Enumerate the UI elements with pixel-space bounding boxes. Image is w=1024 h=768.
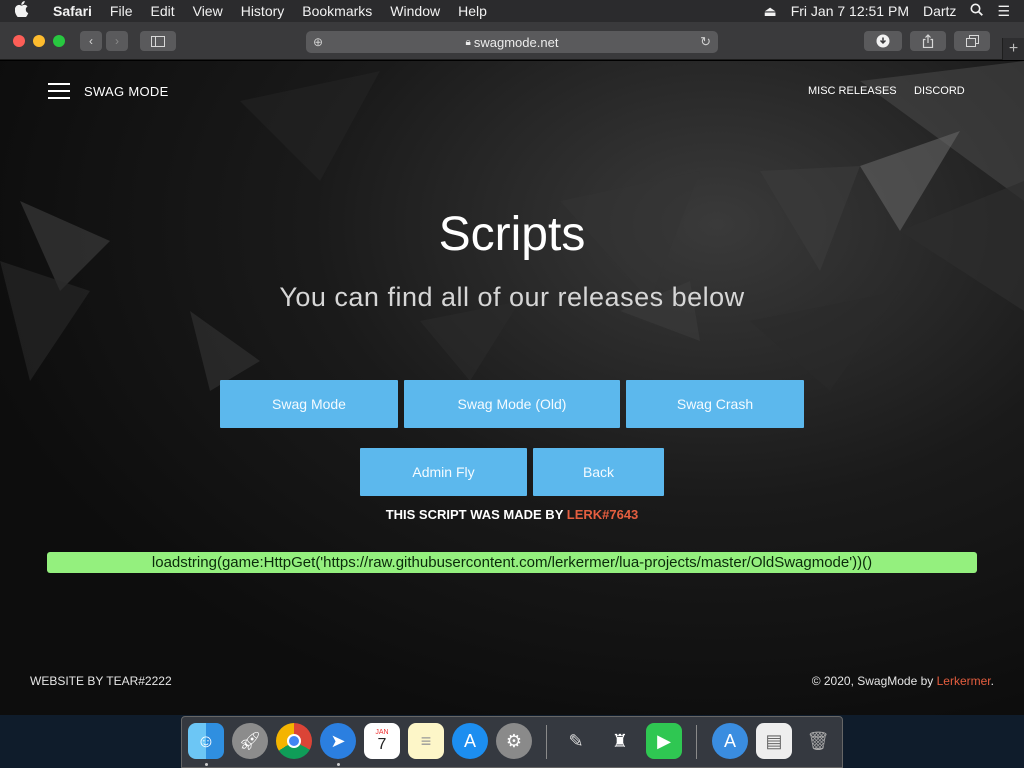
- downloads-button[interactable]: [864, 31, 902, 51]
- calendar-month: JAN: [375, 728, 389, 736]
- menu-bar: Safari File Edit View History Bookmarks …: [0, 0, 1024, 22]
- notes-icon[interactable]: ≡: [408, 723, 444, 759]
- menu-window[interactable]: Window: [381, 3, 449, 19]
- chevron-left-icon: ‹: [89, 34, 93, 48]
- notification-center-icon[interactable]: ☰: [997, 3, 1010, 20]
- swag-crash-button[interactable]: Swag Crash: [626, 380, 804, 428]
- running-indicator: [205, 763, 208, 766]
- zoom-window-button[interactable]: [53, 35, 65, 47]
- script-code-box[interactable]: loadstring(game:HttpGet('https://raw.git…: [47, 552, 977, 573]
- eject-icon[interactable]: ⏏: [763, 3, 776, 20]
- nav-link-discord[interactable]: DISCORD: [914, 85, 965, 97]
- back-button[interactable]: Back: [533, 448, 664, 496]
- minimize-window-button[interactable]: [33, 35, 45, 47]
- menu-help[interactable]: Help: [449, 3, 496, 19]
- digital-color-meter-icon[interactable]: ✎: [558, 723, 594, 759]
- trash-icon[interactable]: 🗑︎: [800, 723, 836, 759]
- document-icon[interactable]: ▤: [756, 723, 792, 759]
- page-title: Scripts: [438, 208, 586, 261]
- safari-icon[interactable]: ➤: [320, 723, 356, 759]
- app-store-icon[interactable]: A: [452, 723, 488, 759]
- menu-safari[interactable]: Safari: [44, 3, 101, 19]
- share-button[interactable]: [910, 31, 946, 51]
- lock-icon: 🔒︎: [465, 36, 471, 48]
- menubar-clock[interactable]: Fri Jan 7 12:51 PM: [791, 3, 909, 19]
- menubar-user[interactable]: Dartz: [923, 3, 956, 19]
- new-tab-button[interactable]: +: [1002, 38, 1024, 60]
- system-preferences-icon[interactable]: ⚙: [496, 723, 532, 759]
- close-window-button[interactable]: [13, 35, 25, 47]
- dock-separator: [546, 725, 547, 759]
- credit-author: LERK#7643: [566, 507, 639, 522]
- footer-author-link[interactable]: Lerkermer: [937, 674, 991, 688]
- menu-edit[interactable]: Edit: [141, 3, 183, 19]
- back-nav-button[interactable]: ‹: [80, 31, 102, 51]
- app-store-download-icon[interactable]: A: [712, 723, 748, 759]
- download-icon: [876, 34, 890, 48]
- script-credit: THIS SCRIPT WAS MADE BY LERK#7643: [0, 507, 1024, 522]
- apple-menu-icon[interactable]: [0, 1, 44, 21]
- admin-fly-button[interactable]: Admin Fly: [360, 448, 527, 496]
- dock-separator: [696, 725, 697, 759]
- sidebar-toggle-button[interactable]: [140, 31, 176, 51]
- add-bookmark-icon[interactable]: ⊕: [313, 35, 323, 49]
- menu-bookmarks[interactable]: Bookmarks: [293, 3, 381, 19]
- finder-icon[interactable]: ☺: [188, 723, 224, 759]
- calendar-day: 7: [377, 735, 387, 753]
- site-brand[interactable]: SWAG MODE: [84, 84, 169, 99]
- swag-mode-old-button[interactable]: Swag Mode (Old): [404, 380, 620, 428]
- footer-website-credit: WEBSITE BY TEAR#2222: [30, 674, 172, 688]
- facetime-icon[interactable]: ▶: [646, 723, 682, 759]
- credit-prefix: THIS SCRIPT WAS MADE BY: [385, 507, 567, 522]
- menu-history[interactable]: History: [232, 3, 294, 19]
- web-page: SWAG MODE MISC RELEASES DISCORD Scripts …: [0, 61, 1024, 715]
- menu-file[interactable]: File: [101, 3, 142, 19]
- nav-link-misc-releases[interactable]: MISC RELEASES: [808, 85, 897, 97]
- browser-toolbar: ‹ › ⊕ 🔒︎ swagmode.net ↻ +: [0, 22, 1024, 60]
- chevron-right-icon: ›: [115, 34, 119, 48]
- tab-overview-button[interactable]: [954, 31, 990, 51]
- plus-icon: +: [1008, 40, 1019, 57]
- swag-mode-button[interactable]: Swag Mode: [220, 380, 398, 428]
- tabs-icon: [965, 35, 979, 47]
- reload-icon[interactable]: ↻: [700, 34, 711, 50]
- calendar-icon[interactable]: JAN 7: [364, 723, 400, 759]
- script-code: loadstring(game:HttpGet('https://raw.git…: [151, 554, 873, 571]
- dock: ☺ 🚀︎ ➤ JAN 7 ≡ A ⚙ ✎ ♜ ▶ A ▤ 🗑︎: [181, 716, 843, 768]
- page-subtitle: You can find all of our releases below: [279, 282, 745, 312]
- spotlight-search-icon[interactable]: [970, 3, 984, 19]
- forward-nav-button[interactable]: ›: [106, 31, 128, 51]
- footer-period: .: [990, 674, 994, 688]
- chess-icon[interactable]: ♜: [602, 723, 638, 759]
- hamburger-menu-icon[interactable]: [48, 83, 70, 101]
- address-bar[interactable]: ⊕ 🔒︎ swagmode.net ↻: [306, 31, 718, 53]
- footer-copyright-text: © 2020, SwagMode by: [811, 674, 937, 688]
- menu-view[interactable]: View: [184, 3, 232, 19]
- footer-copyright: © 2020, SwagMode by Lerkermer.: [812, 674, 994, 688]
- sidebar-icon: [151, 35, 165, 47]
- launchpad-icon[interactable]: 🚀︎: [232, 723, 268, 759]
- chrome-icon[interactable]: [276, 723, 312, 759]
- running-indicator: [337, 763, 340, 766]
- share-icon: [922, 34, 934, 48]
- address-url: swagmode.net: [473, 34, 559, 50]
